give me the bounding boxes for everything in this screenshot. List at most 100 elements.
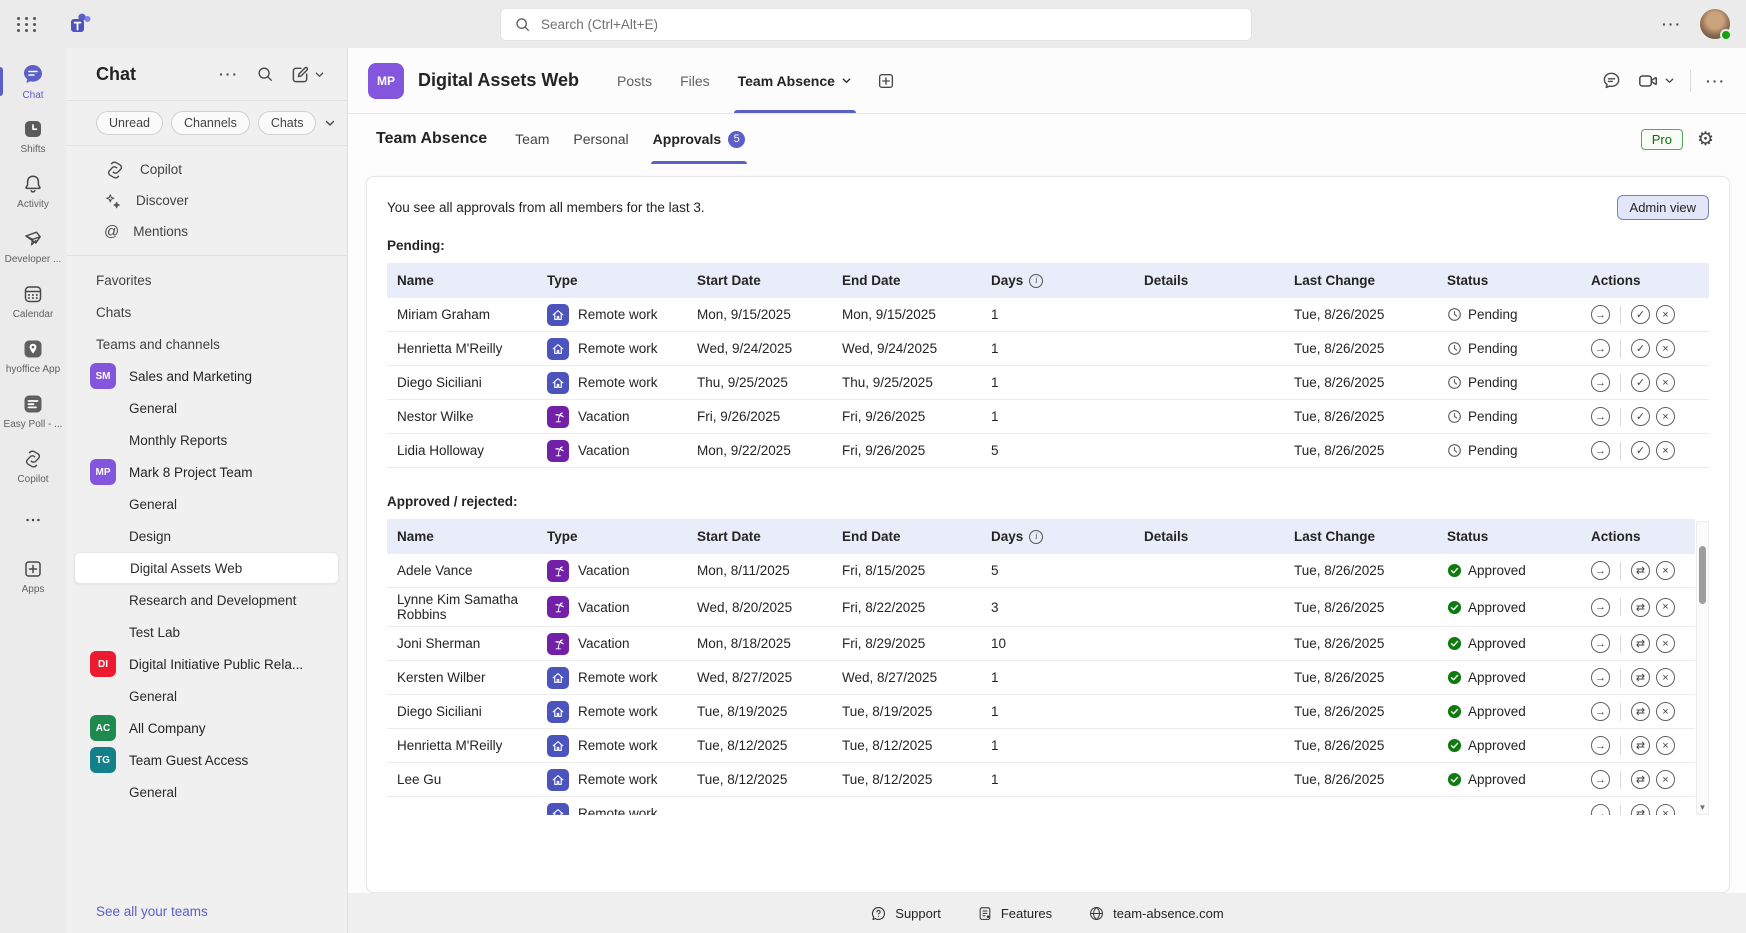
topbar-more-icon[interactable]: ···: [1662, 16, 1682, 32]
app-tab-team[interactable]: Team: [503, 114, 561, 164]
footer-link-team-absence-com[interactable]: team-absence.com: [1088, 905, 1224, 922]
reject-action-icon[interactable]: ×: [1656, 441, 1675, 460]
channel-more-icon[interactable]: ···: [1706, 73, 1726, 89]
forward-action-icon[interactable]: →: [1591, 305, 1610, 324]
reject-action-icon[interactable]: ×: [1656, 373, 1675, 392]
revert-action-icon[interactable]: ⇄: [1631, 668, 1650, 687]
approve-action-icon[interactable]: ✓: [1631, 339, 1650, 358]
shortcut-discover[interactable]: Discover: [66, 185, 347, 216]
sidebar-team-item[interactable]: SM Sales and Marketing: [66, 360, 347, 392]
info-icon[interactable]: i: [1029, 530, 1043, 544]
global-search[interactable]: [500, 8, 1252, 41]
user-avatar[interactable]: [1700, 9, 1730, 39]
filter-pill-chats[interactable]: Chats: [258, 111, 317, 135]
forward-action-icon[interactable]: →: [1591, 441, 1610, 460]
forward-action-icon[interactable]: →: [1591, 407, 1610, 426]
admin-view-button[interactable]: Admin view: [1617, 195, 1709, 220]
app-tab-personal[interactable]: Personal: [561, 114, 640, 164]
scrollbar-down-arrow-icon[interactable]: ▼: [1697, 803, 1708, 812]
reject-action-icon[interactable]: ×: [1656, 598, 1675, 617]
forward-action-icon[interactable]: →: [1591, 702, 1610, 721]
revert-action-icon[interactable]: ⇄: [1631, 702, 1650, 721]
sidebar-channel-item[interactable]: Research and Development: [66, 584, 347, 616]
sidebar-section[interactable]: Teams and channels: [66, 328, 347, 360]
approve-action-icon[interactable]: ✓: [1631, 441, 1650, 460]
forward-action-icon[interactable]: →: [1591, 373, 1610, 392]
sidebar-section[interactable]: Favorites: [66, 264, 347, 296]
channel-tab-files[interactable]: Files: [666, 48, 724, 113]
sidebar-team-item[interactable]: MP Mark 8 Project Team: [66, 456, 347, 488]
reject-action-icon[interactable]: ×: [1656, 770, 1675, 789]
rail-item-copilot[interactable]: Copilot: [0, 439, 66, 494]
reject-action-icon[interactable]: ×: [1656, 668, 1675, 687]
filter-pill-unread[interactable]: Unread: [96, 111, 163, 135]
pro-badge[interactable]: Pro: [1641, 129, 1683, 150]
revert-action-icon[interactable]: ⇄: [1631, 770, 1650, 789]
reject-action-icon[interactable]: ×: [1656, 702, 1675, 721]
rail-item-developer[interactable]: Developer ...: [0, 219, 66, 274]
sidebar-channel-item[interactable]: General: [66, 488, 347, 520]
channel-tab-team-absence[interactable]: Team Absence: [724, 48, 866, 113]
sidebar-section[interactable]: Chats: [66, 296, 347, 328]
shortcut-copilot[interactable]: Copilot: [66, 154, 347, 185]
meet-now-button[interactable]: [1637, 70, 1675, 92]
rail-item-apps[interactable]: Apps: [0, 549, 66, 604]
forward-action-icon[interactable]: →: [1591, 339, 1610, 358]
filter-pill-channels[interactable]: Channels: [171, 111, 250, 135]
reject-action-icon[interactable]: ×: [1656, 736, 1675, 755]
sidebar-channel-item[interactable]: Design: [66, 520, 347, 552]
footer-link-support[interactable]: Support: [870, 905, 941, 922]
revert-action-icon[interactable]: ⇄: [1631, 634, 1650, 653]
scrollbar-thumb[interactable]: [1699, 546, 1706, 604]
add-tab-button[interactable]: [866, 71, 906, 91]
reject-action-icon[interactable]: ×: [1656, 634, 1675, 653]
revert-action-icon[interactable]: ⇄: [1631, 561, 1650, 580]
reject-action-icon[interactable]: ×: [1656, 407, 1675, 426]
sidebar-channel-item[interactable]: General: [66, 776, 347, 808]
rail-item-more[interactable]: [0, 494, 66, 549]
info-icon[interactable]: i: [1029, 274, 1043, 288]
approve-action-icon[interactable]: ✓: [1631, 305, 1650, 324]
forward-action-icon[interactable]: →: [1591, 736, 1610, 755]
sidebar-channel-item[interactable]: Test Lab: [66, 616, 347, 648]
rail-item-hyoffice[interactable]: hyoffice App: [0, 329, 66, 384]
settings-gear-icon[interactable]: ⚙: [1697, 130, 1714, 149]
sidebar-channel-item[interactable]: General: [66, 680, 347, 712]
forward-action-icon[interactable]: →: [1591, 561, 1610, 580]
open-chat-icon[interactable]: [1601, 70, 1622, 91]
footer-link-features[interactable]: Features: [977, 905, 1052, 921]
rail-item-easypoll[interactable]: Easy Poll - ...: [0, 384, 66, 439]
sidebar-team-item[interactable]: TG Team Guest Access: [66, 744, 347, 776]
forward-action-icon[interactable]: →: [1591, 634, 1610, 653]
sidebar-channel-item[interactable]: Monthly Reports: [66, 424, 347, 456]
forward-action-icon[interactable]: →: [1591, 668, 1610, 687]
filters-chevron-icon[interactable]: [324, 117, 336, 129]
approve-action-icon[interactable]: ✓: [1631, 407, 1650, 426]
rail-item-chat[interactable]: Chat: [0, 54, 66, 109]
approve-action-icon[interactable]: ✓: [1631, 373, 1650, 392]
sidebar-team-item[interactable]: DI Digital Initiative Public Rela...: [66, 648, 347, 680]
forward-action-icon[interactable]: →: [1591, 598, 1610, 617]
forward-action-icon[interactable]: →: [1591, 770, 1610, 789]
waffle-menu-icon[interactable]: [0, 17, 54, 32]
reject-action-icon[interactable]: ×: [1656, 305, 1675, 324]
see-all-teams-link[interactable]: See all your teams: [66, 894, 347, 933]
vertical-scrollbar[interactable]: ▼: [1696, 521, 1709, 815]
revert-action-icon[interactable]: ⇄: [1631, 736, 1650, 755]
chat-filter-more-icon[interactable]: ···: [219, 66, 239, 82]
sidebar-channel-item-selected[interactable]: Digital Assets Web: [74, 552, 339, 584]
search-input[interactable]: [541, 17, 1238, 32]
reject-action-icon[interactable]: ×: [1656, 339, 1675, 358]
channel-tab-posts[interactable]: Posts: [603, 48, 666, 113]
new-chat-button[interactable]: [291, 65, 325, 84]
teams-logo-icon[interactable]: [68, 11, 94, 37]
revert-action-icon[interactable]: ⇄: [1631, 598, 1650, 617]
rail-item-activity[interactable]: Activity: [0, 164, 66, 219]
reject-action-icon[interactable]: ×: [1656, 561, 1675, 580]
reject-action-icon[interactable]: ×: [1656, 804, 1675, 815]
chat-search-icon[interactable]: [256, 65, 274, 83]
rail-item-shifts[interactable]: Shifts: [0, 109, 66, 164]
revert-action-icon[interactable]: ⇄: [1631, 804, 1650, 815]
forward-action-icon[interactable]: →: [1591, 804, 1610, 815]
sidebar-team-item[interactable]: AC All Company: [66, 712, 347, 744]
